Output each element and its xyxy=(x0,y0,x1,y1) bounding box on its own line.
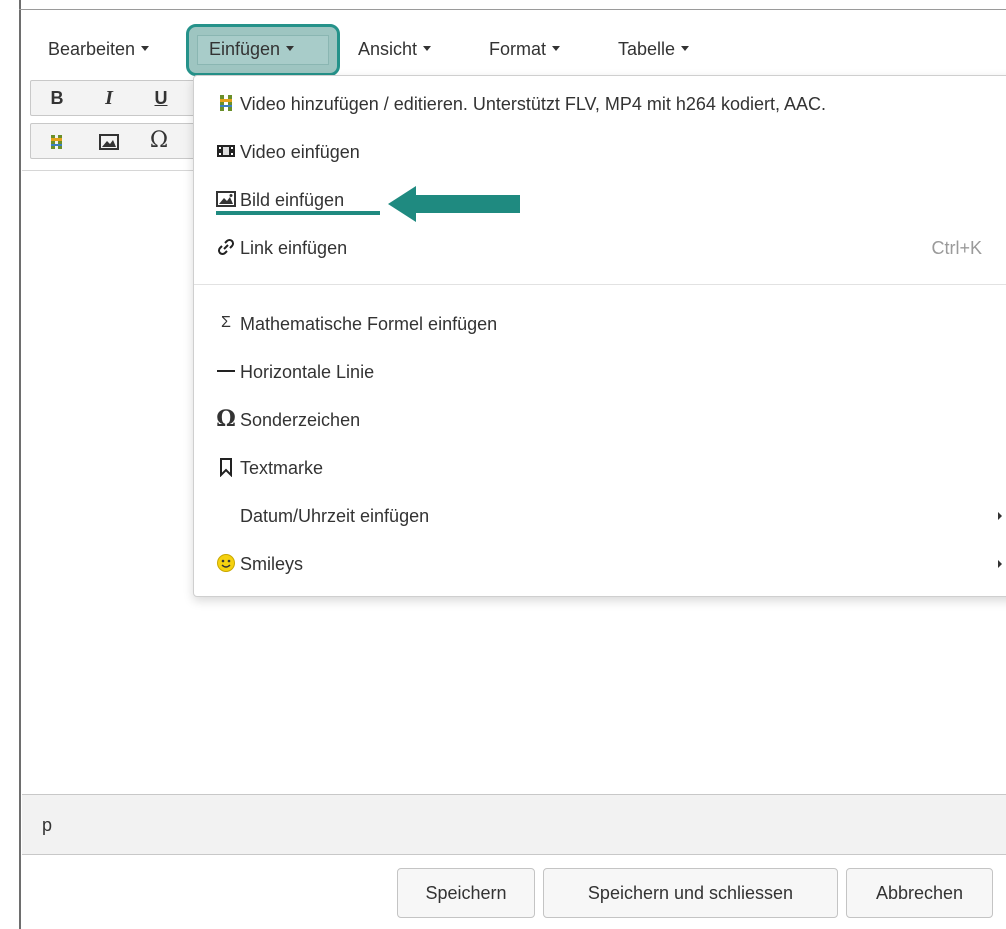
menu-item-label: Sonderzeichen xyxy=(240,410,361,430)
menu-separator xyxy=(194,284,1006,285)
sigma-icon: Σ xyxy=(221,314,231,332)
toolbar-row-insert: Ω xyxy=(30,123,200,159)
window-left-border xyxy=(19,0,21,929)
cancel-button[interactable]: Abbrechen xyxy=(846,868,993,918)
menu-format[interactable]: Format xyxy=(489,34,561,64)
menu-item-special-char[interactable]: Ω Sonderzeichen xyxy=(216,405,360,435)
highlight-underline xyxy=(216,211,380,215)
link-icon xyxy=(217,239,235,256)
menu-item-label: Textmarke xyxy=(240,458,324,478)
menu-einfuegen-label: Einfügen xyxy=(209,39,281,59)
insert-dropdown-menu: Video hinzufügen / editieren. Unterstütz… xyxy=(193,75,1006,597)
menu-item-label: Datum/Uhrzeit einfügen xyxy=(240,506,430,526)
save-button[interactable]: Speichern xyxy=(397,868,535,918)
underline-button[interactable]: U xyxy=(143,81,179,115)
menu-ansicht-label: Ansicht xyxy=(358,39,418,59)
pointer-arrow-icon xyxy=(388,186,520,222)
menu-item-label: Video einfügen xyxy=(240,142,360,162)
menu-bearbeiten-label: Bearbeiten xyxy=(48,39,136,59)
menu-item-label: Smileys xyxy=(240,554,304,574)
submenu-arrow-icon xyxy=(998,512,1002,520)
shortcut-label: Ctrl+K xyxy=(931,238,982,258)
menu-bearbeiten[interactable]: Bearbeiten xyxy=(48,34,150,64)
chevron-down-icon xyxy=(141,45,150,51)
video-add-button[interactable] xyxy=(39,124,75,158)
image-icon xyxy=(216,191,236,208)
image-button[interactable] xyxy=(91,124,127,158)
bold-button[interactable]: B xyxy=(39,81,75,115)
menu-format-label: Format xyxy=(489,39,547,59)
menu-item-link-insert[interactable]: Link einfügen Ctrl+K xyxy=(216,233,1006,263)
menu-item-smileys[interactable]: Smileys xyxy=(216,549,1002,579)
menu-item-datetime[interactable]: Datum/Uhrzeit einfügen xyxy=(240,501,1002,531)
video-icon xyxy=(217,145,235,158)
toolbar-row-formatting: B I U xyxy=(30,80,200,116)
menu-ansicht[interactable]: Ansicht xyxy=(358,34,432,64)
italic-button[interactable]: I xyxy=(91,81,127,115)
menubar: Bearbeiten Einfügen Ansicht Format Tabel… xyxy=(22,20,1006,76)
bookmark-icon xyxy=(220,458,232,478)
save-and-close-button[interactable]: Speichern und schliessen xyxy=(543,868,838,918)
menu-item-bookmark[interactable]: Textmarke xyxy=(216,453,323,483)
omega-icon: Ω xyxy=(216,406,236,433)
element-path[interactable]: p xyxy=(42,815,52,836)
menu-item-horizontal-line[interactable]: Horizontale Linie xyxy=(216,357,374,387)
menu-tabelle[interactable]: Tabelle xyxy=(618,34,690,64)
menu-item-math-formula[interactable]: Σ Mathematische Formel einfügen xyxy=(216,309,497,339)
menu-tabelle-label: Tabelle xyxy=(618,39,676,59)
film-strip-icon xyxy=(220,95,232,112)
film-strip-icon xyxy=(51,135,62,150)
smiley-icon xyxy=(217,554,235,573)
chevron-down-icon xyxy=(423,45,432,51)
menu-item-label: Link einfügen xyxy=(240,238,348,258)
chevron-down-icon xyxy=(552,45,561,51)
image-icon xyxy=(99,134,119,151)
menu-einfuegen[interactable]: Einfügen xyxy=(209,34,295,64)
submenu-arrow-icon xyxy=(998,560,1002,568)
chevron-down-icon xyxy=(681,45,690,51)
special-char-button[interactable]: Ω xyxy=(141,124,177,158)
horizontal-line-icon xyxy=(217,370,235,373)
statusbar: p xyxy=(22,794,1006,855)
menu-item-label: Mathematische Formel einfügen xyxy=(240,314,498,334)
menu-item-video-add[interactable]: Video hinzufügen / editieren. Unterstütz… xyxy=(216,89,826,119)
menu-item-label: Video hinzufügen / editieren. Unterstütz… xyxy=(240,94,826,114)
menu-item-label: Horizontale Linie xyxy=(240,362,375,382)
chevron-down-icon xyxy=(286,45,295,51)
menu-item-video-insert[interactable]: Video einfügen xyxy=(216,137,360,167)
menu-item-label: Bild einfügen xyxy=(240,190,345,210)
